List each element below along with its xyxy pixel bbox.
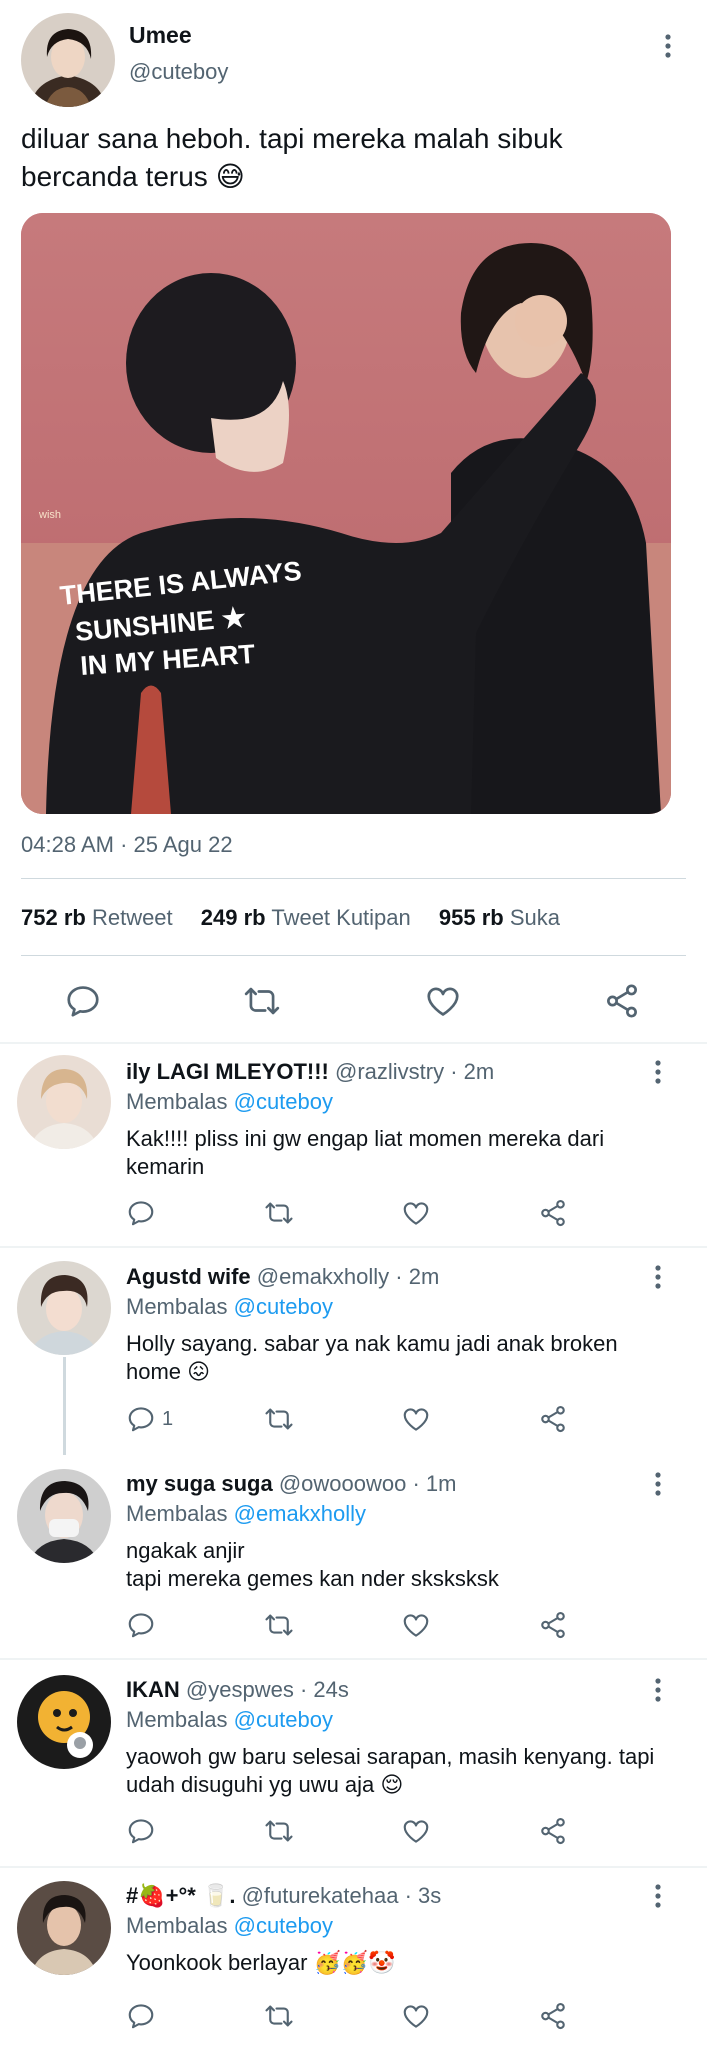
reply-text-line: tapi mereka gemes kan nder sksksksk [126,1566,499,1591]
reply-author-name[interactable]: Agustd wife [126,1264,251,1289]
reply-text: Kak!!!! pliss ini gw engap liat momen me… [126,1126,605,1179]
mention-link[interactable]: @cuteboy [234,1089,333,1114]
reply-author-name[interactable]: my suga suga [126,1471,273,1496]
tweet-text: diluar sana heboh. tapi mereka malah sib… [21,123,563,192]
reply-text: Holly sayang. sabar ya nak kamu jadi ana… [126,1331,618,1384]
share-icon[interactable] [538,1198,568,1228]
reply-text-line: ngakak anjir [126,1538,245,1563]
retweet-icon[interactable] [264,1816,294,1846]
mention-link[interactable]: @emakxholly [234,1501,366,1526]
reply-handle-time[interactable]: @yespwes · 24s [186,1677,349,1702]
heart-icon[interactable] [401,2001,431,2031]
divider [0,1866,707,1868]
mention-link[interactable]: @cuteboy [234,1294,333,1319]
divider [21,955,686,956]
reply-tweet[interactable]: IKAN @yespwes · 24s Membalas @cuteboy ya… [0,1661,707,1865]
thread-line [63,1357,66,1455]
heart-icon[interactable] [401,1198,431,1228]
reply-author-name[interactable]: #🍓+°* 🥛. [126,1883,235,1908]
share-icon[interactable] [538,1816,568,1846]
more-vertical-icon[interactable] [648,1675,668,1705]
more-vertical-icon[interactable] [658,30,678,62]
heart-icon[interactable] [401,1404,431,1434]
reply-icon[interactable] [126,1610,156,1640]
reply-count: 1 [162,1407,174,1430]
retweet-icon[interactable] [264,1404,294,1434]
replying-to: Membalas @cuteboy [126,1707,333,1732]
tweet-photo[interactable]: THERE IS ALWAYS SUNSHINE ★ IN MY HEART w… [21,213,671,814]
reply-handle-time[interactable]: @razlivstry · 2m [335,1059,494,1084]
reply-avatar[interactable] [17,1881,111,1975]
divider [0,1246,707,1248]
divider [21,878,686,879]
replying-to: Membalas @cuteboy [126,1089,333,1114]
reply-text: Yoonkook berlayar 🥳🥳🤡 [126,1950,396,1975]
like-stat[interactable]: 955 rb Suka [439,905,560,930]
reply-avatar[interactable] [17,1469,111,1563]
author-name[interactable]: Umee [129,22,192,49]
heart-icon[interactable] [401,1816,431,1846]
reply-avatar[interactable] [17,1261,111,1355]
mention-link[interactable]: @cuteboy [234,1913,333,1938]
divider [0,1658,707,1660]
reply-icon[interactable] [64,982,102,1020]
retweet-stat[interactable]: 752 rb Retweet [21,905,173,930]
reply-tweet[interactable]: Agustd wife @emakxholly · 2m Membalas @c… [0,1250,707,1455]
photo-watermark: wish [38,509,61,521]
retweet-icon[interactable] [264,2001,294,2031]
reply-text: yaowoh gw baru selesai sarapan, masih ke… [126,1744,655,1797]
retweet-icon[interactable] [243,982,281,1020]
reply-icon[interactable] [126,1816,156,1846]
more-vertical-icon[interactable] [648,1262,668,1292]
reply-handle-time[interactable]: @futurekatehaa · 3s [242,1883,442,1908]
mention-link[interactable]: @cuteboy [234,1707,333,1732]
reply-avatar[interactable] [17,1055,111,1149]
replying-to: Membalas @cuteboy [126,1913,333,1938]
reply-handle-time[interactable]: @owooowoo · 1m [279,1471,457,1496]
divider [0,1042,707,1044]
reply-tweet[interactable]: #🍓+°* 🥛. @futurekatehaa · 3s Membalas @c… [0,1869,707,2048]
share-icon[interactable] [538,2001,568,2031]
main-tweet: Umee @cuteboy diluar sana heboh. tapi me… [0,0,707,1045]
share-icon[interactable] [538,1404,568,1434]
tweet-timestamp: 04:28 AM · 25 Agu 22 [21,832,233,857]
reply-handle-time[interactable]: @emakxholly · 2m [257,1264,440,1289]
reply-icon[interactable] [126,1404,156,1434]
reply-tweet[interactable]: ily LAGI MLEYOT!!! @razlivstry · 2m Memb… [0,1045,707,1248]
more-vertical-icon[interactable] [648,1057,668,1087]
more-vertical-icon[interactable] [648,1469,668,1499]
tweet-actions [0,965,707,1035]
reply-avatar[interactable] [17,1675,111,1769]
heart-icon[interactable] [424,982,462,1020]
reply-icon[interactable] [126,2001,156,2031]
reply-text: ngakak anjir tapi mereka gemes kan nder … [126,1537,666,1593]
reply-icon[interactable] [126,1198,156,1228]
heart-icon[interactable] [401,1610,431,1640]
replying-to: Membalas @emakxholly [126,1501,366,1526]
author-avatar[interactable] [21,13,115,107]
retweet-icon[interactable] [264,1198,294,1228]
reply-action[interactable]: 1 [126,1404,173,1434]
share-icon[interactable] [603,982,641,1020]
reply-tweet[interactable]: my suga suga @owooowoo · 1m Membalas @em… [0,1455,707,1657]
retweet-icon[interactable] [264,1610,294,1640]
reply-author-name[interactable]: IKAN [126,1677,180,1702]
author-handle[interactable]: @cuteboy [129,59,228,85]
quote-stat[interactable]: 249 rb Tweet Kutipan [201,905,411,930]
share-icon[interactable] [538,1610,568,1640]
more-vertical-icon[interactable] [648,1881,668,1911]
tweet-stats: 752 rb Retweet 249 rb Tweet Kutipan 955 … [21,905,582,931]
replying-to: Membalas @cuteboy [126,1294,333,1319]
reply-author-name[interactable]: ily LAGI MLEYOT!!! [126,1059,329,1084]
